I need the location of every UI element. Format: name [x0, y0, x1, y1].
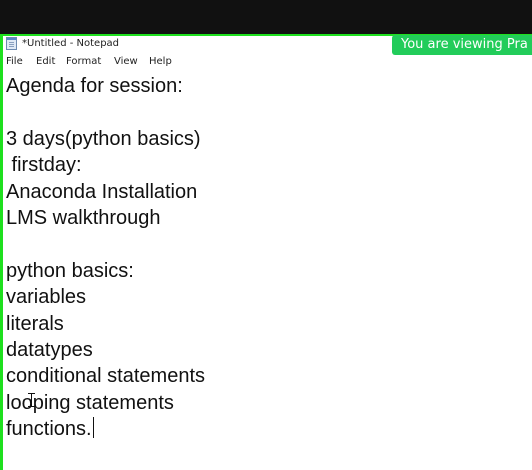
- screen-share-banner[interactable]: You are viewing Pra: [392, 35, 532, 55]
- menu-edit[interactable]: Edit: [36, 55, 55, 68]
- menu-bar: File Edit Format View Help: [3, 54, 532, 69]
- menu-format[interactable]: Format: [66, 55, 101, 68]
- notepad-icon[interactable]: [6, 37, 17, 50]
- screen-top-band: [0, 0, 532, 34]
- document-content: Agenda for session: 3 days(python basics…: [6, 75, 206, 441]
- text-editor-area[interactable]: Agenda for session: 3 days(python basics…: [3, 70, 532, 470]
- screen-share-banner-text: You are viewing Pra: [401, 37, 528, 52]
- text-cursor-icon: [28, 393, 35, 407]
- text-caret: [92, 417, 94, 439]
- menu-file[interactable]: File: [6, 55, 23, 68]
- screen-share-border-left: [0, 34, 3, 470]
- menu-view[interactable]: View: [114, 55, 138, 68]
- window-title: *Untitled - Notepad: [22, 38, 120, 49]
- document-text: Agenda for session: 3 days(python basics…: [6, 73, 205, 443]
- menu-help[interactable]: Help: [149, 55, 172, 68]
